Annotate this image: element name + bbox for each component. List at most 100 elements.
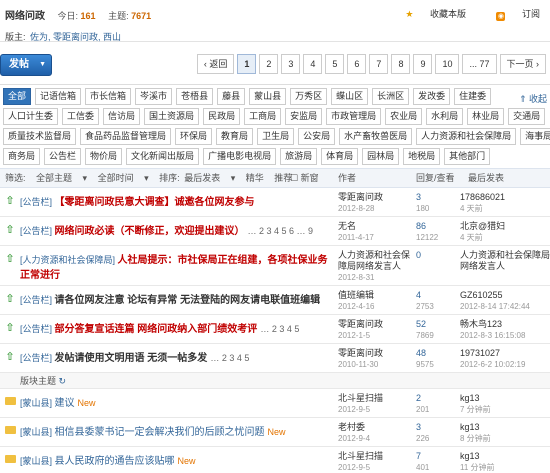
- category-tag[interactable]: 卫生局: [257, 128, 295, 145]
- page-button[interactable]: 10: [435, 54, 460, 74]
- last-post-user[interactable]: 畅木鸟123: [460, 319, 550, 330]
- category-tag[interactable]: 工信委: [62, 108, 100, 125]
- page-button[interactable]: 4: [303, 54, 323, 74]
- category-tag[interactable]: 海事局: [520, 128, 550, 145]
- author-name[interactable]: 零距离问政: [338, 348, 416, 359]
- page-button[interactable]: 8: [391, 54, 411, 74]
- category-tag[interactable]: 水产畜牧兽医局: [339, 128, 413, 145]
- category-tag[interactable]: 人口计生委: [3, 108, 59, 125]
- category-tag[interactable]: 教育局: [216, 128, 254, 145]
- category-tag[interactable]: 苍梧县: [176, 88, 214, 105]
- category-tag[interactable]: 信访局: [103, 108, 141, 125]
- thread-category[interactable]: [公告栏]: [20, 226, 52, 236]
- category-tag[interactable]: 岑溪市: [135, 88, 173, 105]
- last-post-user[interactable]: 北京@猎妇: [460, 221, 550, 232]
- last-post-time[interactable]: 7 分钟前: [460, 404, 550, 415]
- thread-title[interactable]: 网络问政必读（不断修正，欢迎提出建议）: [55, 226, 245, 237]
- category-tag[interactable]: 体育局: [321, 148, 359, 165]
- category-tag[interactable]: 食品药品监督管理局: [80, 128, 172, 145]
- last-post-user[interactable]: kg13: [460, 451, 550, 462]
- thread-category[interactable]: [公告栏]: [20, 295, 52, 305]
- category-tag[interactable]: 广播电影电视局: [203, 148, 277, 165]
- thread-category[interactable]: [公告栏]: [20, 197, 52, 207]
- category-tag[interactable]: 安监局: [285, 108, 323, 125]
- refresh-icon[interactable]: ↻: [59, 376, 67, 386]
- category-tag[interactable]: 地税局: [403, 148, 441, 165]
- thread-pages[interactable]: … 2 3 4 5: [260, 324, 299, 334]
- last-post-time[interactable]: 2012-8-3 16:15:08: [460, 330, 550, 341]
- category-tag[interactable]: 旅游局: [280, 148, 318, 165]
- thread-category[interactable]: [蒙山县]: [20, 398, 52, 408]
- topic-filter-select[interactable]: 全部主题 ▾: [36, 173, 87, 183]
- collapse-button[interactable]: ⇑ 收起: [519, 92, 547, 105]
- new-window-toggle[interactable]: ☐ 新窗: [290, 169, 327, 187]
- last-post-user[interactable]: 人力资源和社会保障局网络发言人: [460, 250, 550, 272]
- category-tag[interactable]: 全部: [3, 88, 32, 105]
- favorite-button[interactable]: ★ 收藏本版: [391, 9, 466, 19]
- page-button[interactable]: ... 77: [462, 54, 497, 74]
- thread-title[interactable]: 相信县委蒙书记一定会解决我们的后顾之忧问题: [55, 427, 265, 438]
- page-button[interactable]: 7: [369, 54, 389, 74]
- author-name[interactable]: 北斗星扫描: [338, 451, 416, 462]
- page-button[interactable]: 5: [325, 54, 345, 74]
- category-tag[interactable]: 园林局: [362, 148, 400, 165]
- thread-category[interactable]: [公告栏]: [20, 353, 52, 363]
- last-post-time[interactable]: 2012-8-14 17:42:44: [460, 301, 550, 312]
- category-tag[interactable]: 市长信箱: [85, 88, 132, 105]
- author-name[interactable]: 老村委: [338, 422, 416, 433]
- thread-pages[interactable]: … 2 3 4 5: [210, 353, 249, 363]
- category-tag[interactable]: 交通局: [508, 108, 546, 125]
- last-post-time[interactable]: 11 分钟前: [460, 462, 550, 473]
- page-button[interactable]: 9: [413, 54, 433, 74]
- post-button[interactable]: 发帖 ▼: [0, 54, 52, 76]
- last-post-user[interactable]: 19731027: [460, 348, 550, 359]
- category-tag[interactable]: 发改委: [413, 88, 451, 105]
- category-tag[interactable]: 工商局: [244, 108, 282, 125]
- category-tag[interactable]: 水利局: [426, 108, 464, 125]
- rss-button[interactable]: ◉ 订阅: [482, 9, 540, 21]
- last-post-user[interactable]: kg13: [460, 393, 550, 404]
- page-button[interactable]: 1: [237, 54, 257, 74]
- thread-category[interactable]: [人力资源和社会保障局]: [20, 255, 115, 265]
- category-tag[interactable]: 万秀区: [290, 88, 328, 105]
- thread-title[interactable]: 部分答复宣话连篇 网络问政纳入部门绩效考评: [55, 324, 258, 335]
- thread-title[interactable]: 县人民政府的通告应该贴哪: [55, 456, 175, 467]
- page-button[interactable]: 2: [259, 54, 279, 74]
- category-tag[interactable]: 蝶山区: [331, 88, 369, 105]
- thread-title[interactable]: 【零距离问政民意大调查】诚邀各位网友参与: [55, 197, 255, 208]
- category-tag[interactable]: 人力资源和社会保障局: [416, 128, 517, 145]
- moderators-links[interactable]: 佐为, 零距离问政, 西山: [30, 32, 121, 42]
- page-button[interactable]: 下一页 ›: [499, 54, 546, 74]
- category-tag[interactable]: 商务局: [3, 148, 41, 165]
- category-tag[interactable]: 长洲区: [372, 88, 410, 105]
- last-post-user[interactable]: 178686021: [460, 192, 550, 203]
- author-name[interactable]: 零距离问政: [338, 192, 416, 203]
- page-button[interactable]: 3: [281, 54, 301, 74]
- author-name[interactable]: 北斗星扫描: [338, 393, 416, 404]
- thread-title[interactable]: 建议: [55, 398, 75, 409]
- last-post-time[interactable]: 2012-6-2 10:02:19: [460, 359, 550, 370]
- category-tag[interactable]: 公告栏: [44, 148, 82, 165]
- category-tag[interactable]: 文化新闻出版局: [126, 148, 200, 165]
- thread-category[interactable]: [公告栏]: [20, 324, 52, 334]
- digest-link[interactable]: 精华: [246, 173, 264, 183]
- page-button[interactable]: 6: [347, 54, 367, 74]
- last-post-time[interactable]: 4 天前: [460, 203, 550, 214]
- category-tag[interactable]: 民政局: [203, 108, 241, 125]
- thread-category[interactable]: [蒙山县]: [20, 427, 52, 437]
- category-tag[interactable]: 其他部门: [444, 148, 491, 165]
- page-button[interactable]: ‹ 返回: [196, 54, 235, 74]
- category-tag[interactable]: 林业局: [467, 108, 505, 125]
- category-tag[interactable]: 藤县: [217, 88, 246, 105]
- author-name[interactable]: 人力资源和社会保障局网络发言人: [338, 250, 416, 272]
- category-tag[interactable]: 蒙山县: [249, 88, 287, 105]
- author-name[interactable]: 零距离问政: [338, 319, 416, 330]
- time-filter-select[interactable]: 全部时间 ▾: [98, 173, 149, 183]
- last-post-time[interactable]: 8 分钟前: [460, 433, 550, 444]
- category-tag[interactable]: 质量技术监督局: [3, 128, 77, 145]
- thread-pages[interactable]: … 2 3 4 5 6 … 9: [248, 226, 314, 236]
- category-tag[interactable]: 住建委: [454, 88, 492, 105]
- category-tag[interactable]: 记语信箱: [35, 88, 82, 105]
- category-tag[interactable]: 农业局: [385, 108, 423, 125]
- category-tag[interactable]: 公安局: [298, 128, 336, 145]
